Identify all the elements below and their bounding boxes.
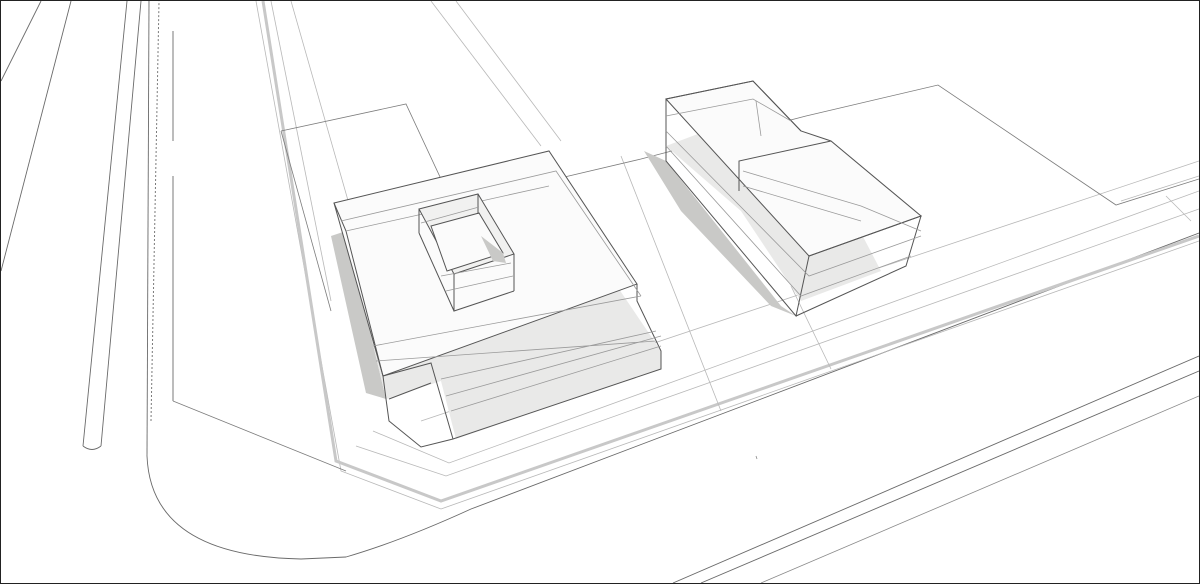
bottom-road-edge-2	[700, 370, 1199, 583]
road-edge-right	[146, 1, 150, 457]
model-viewport[interactable]	[0, 0, 1200, 584]
linear-block	[644, 80, 922, 318]
site-model-drawing	[1, 1, 1199, 583]
road-edge-far-left	[1, 1, 42, 82]
corner-curb-outer	[146, 232, 1199, 560]
ground-mark	[755, 455, 758, 460]
road-edge-left-1	[1, 1, 72, 272]
guide-diagonal-5	[455, 1, 562, 142]
courtyard-block	[331, 150, 662, 448]
guide-diagonal-4	[430, 1, 542, 147]
guide-diagonal-2	[270, 1, 332, 302]
bottom-road-edge-3	[760, 395, 1199, 583]
cross-line-2	[790, 285, 832, 370]
lot-left-line	[280, 130, 332, 312]
left-road	[1, 1, 174, 457]
ground-tick	[755, 455, 758, 460]
bottom-road-edge-1	[672, 355, 1199, 583]
cross-line-4	[1165, 195, 1192, 222]
cross-line-3	[1120, 175, 1199, 202]
road-median	[82, 1, 142, 450]
corner-road	[146, 232, 1199, 583]
guide-diagonal-3	[290, 1, 352, 212]
road-lane-dashes	[150, 1, 160, 422]
